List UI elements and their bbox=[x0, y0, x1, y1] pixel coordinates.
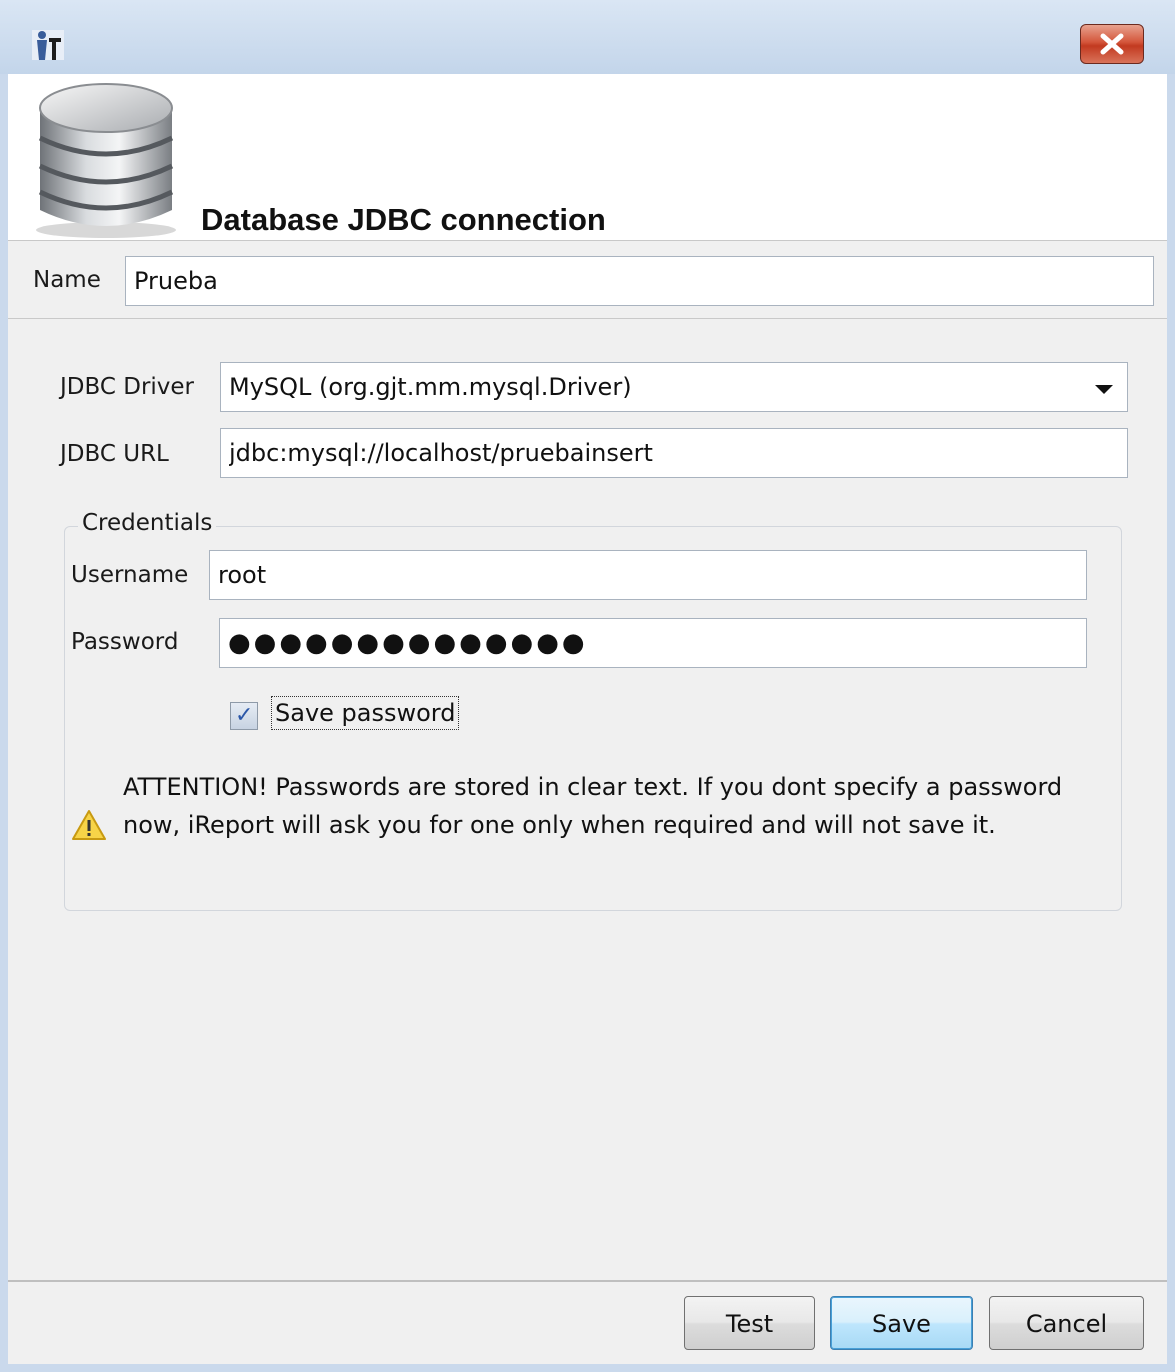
name-input[interactable] bbox=[125, 256, 1154, 306]
save-password-label[interactable]: Save password bbox=[271, 696, 460, 730]
header-title: Database JDBC connection bbox=[201, 202, 606, 237]
username-label: Username bbox=[71, 562, 189, 588]
footer-divider bbox=[8, 1280, 1167, 1282]
credentials-legend: Credentials bbox=[78, 510, 217, 536]
jdbc-url-input[interactable] bbox=[220, 428, 1128, 478]
jdbc-driver-select[interactable]: MySQL (org.gjt.mm.mysql.Driver) bbox=[220, 362, 1128, 412]
checkmark-icon: ✓ bbox=[235, 703, 254, 728]
cancel-button[interactable]: Cancel bbox=[989, 1296, 1144, 1350]
password-input[interactable]: ●●●●●●●●●●●●●● bbox=[219, 618, 1087, 668]
database-icon bbox=[36, 83, 176, 238]
close-x-icon bbox=[1100, 33, 1124, 55]
name-label: Name bbox=[33, 267, 101, 293]
close-button[interactable] bbox=[1080, 24, 1144, 64]
dialog-client-area: Database JDBC connection Name JDBC Drive… bbox=[8, 74, 1167, 1364]
password-warning-text: ATTENTION! Passwords are stored in clear… bbox=[123, 773, 1063, 839]
chevron-down-icon bbox=[1095, 385, 1113, 394]
warning-icon bbox=[72, 810, 106, 840]
dialog-window: Database JDBC connection Name JDBC Drive… bbox=[0, 0, 1175, 1372]
save-button[interactable]: Save bbox=[830, 1296, 973, 1350]
name-section-divider bbox=[8, 318, 1167, 319]
test-button[interactable]: Test bbox=[684, 1296, 815, 1350]
password-label: Password bbox=[71, 629, 179, 655]
dialog-header: Database JDBC connection bbox=[8, 74, 1167, 241]
title-bar[interactable] bbox=[0, 0, 1175, 74]
ireport-app-icon bbox=[32, 30, 64, 60]
jdbc-driver-selected-value: MySQL (org.gjt.mm.mysql.Driver) bbox=[229, 373, 632, 401]
save-password-checkbox[interactable]: ✓ bbox=[230, 702, 258, 730]
jdbc-url-label: JDBC URL bbox=[60, 441, 169, 467]
username-input[interactable] bbox=[209, 550, 1087, 600]
jdbc-driver-label: JDBC Driver bbox=[60, 374, 195, 400]
